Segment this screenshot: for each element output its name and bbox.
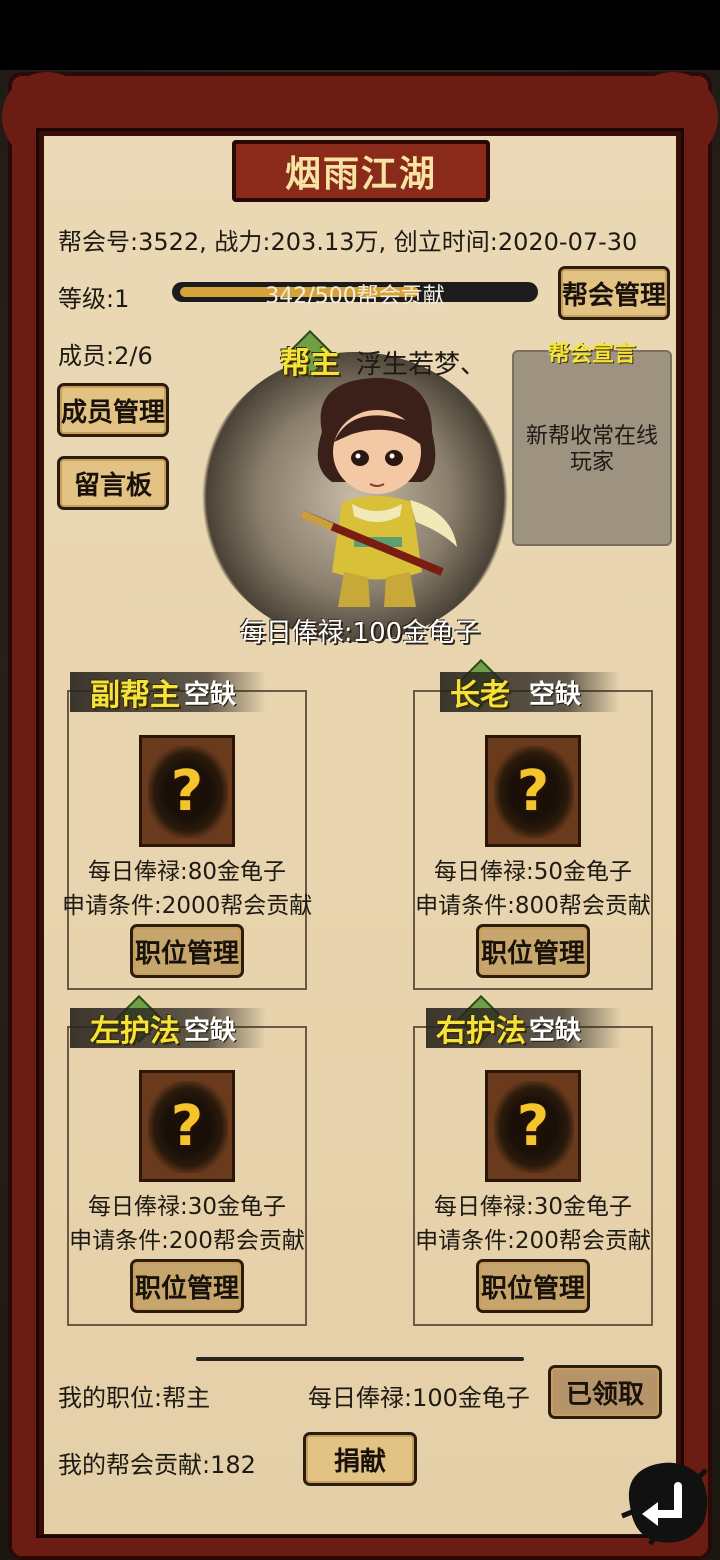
position-requirement: 申请条件:200帮会贡献 xyxy=(69,1228,305,1254)
position-status: 空缺 xyxy=(184,1016,237,1046)
claimed-salary-button[interactable]: 已领取 xyxy=(548,1365,662,1419)
position-requirement: 申请条件:200帮会贡献 xyxy=(415,1228,651,1254)
position-manage-button[interactable]: 职位管理 xyxy=(476,924,590,978)
position-salary: 每日俸禄:30金龟子 xyxy=(87,1194,286,1220)
position-manage-button[interactable]: 职位管理 xyxy=(130,924,244,978)
position-status: 空缺 xyxy=(529,680,582,710)
footer-divider xyxy=(196,1357,524,1361)
return-arrow-icon[interactable] xyxy=(620,1456,712,1548)
guild-manage-button[interactable]: 帮会管理 xyxy=(558,266,670,320)
position-manage-button[interactable]: 职位管理 xyxy=(130,1259,244,1313)
question-mark-icon: ? xyxy=(170,758,204,824)
guild-members-count: 成员:2/6 xyxy=(58,342,153,370)
leader-character-avatar[interactable] xyxy=(292,372,462,612)
position-status: 空缺 xyxy=(184,680,237,710)
position-title: 左护法 xyxy=(90,1014,180,1049)
contribution-progress-label: 342/500帮会贡献 xyxy=(265,284,445,309)
position-vacant-portrait: ? xyxy=(485,1070,581,1182)
position-manage-button[interactable]: 职位管理 xyxy=(476,1259,590,1313)
position-title: 长老 xyxy=(450,678,510,713)
question-mark-icon: ? xyxy=(170,1093,204,1159)
guild-info-line: 帮会号:3522, 战力:203.13万, 创立时间:2020-07-30 xyxy=(58,228,638,256)
question-mark-icon: ? xyxy=(516,758,550,824)
position-title: 副帮主 xyxy=(90,678,180,713)
guild-level: 等级:1 xyxy=(58,285,130,313)
position-vacant-portrait: ? xyxy=(139,735,235,847)
member-manage-button[interactable]: 成员管理 xyxy=(57,383,169,437)
message-board-button[interactable]: 留言板 xyxy=(57,456,169,510)
guild-declaration-text: 新帮收常在线玩家 xyxy=(525,424,658,475)
position-vacant-portrait: ? xyxy=(485,735,581,847)
position-requirement: 申请条件:2000帮会贡献 xyxy=(62,893,313,919)
my-daily-salary: 每日俸禄:100金龟子 xyxy=(308,1384,530,1412)
guild-name: 烟雨江湖 xyxy=(284,154,437,195)
position-title: 右护法 xyxy=(436,1014,526,1049)
my-contribution: 我的帮会贡献:182 xyxy=(58,1451,256,1479)
guild-declaration-title: 帮会宣言 xyxy=(547,342,636,367)
position-salary: 每日俸禄:50金龟子 xyxy=(433,859,632,885)
position-requirement: 申请条件:800帮会贡献 xyxy=(415,893,651,919)
position-vacant-portrait: ? xyxy=(139,1070,235,1182)
my-position: 我的职位:帮主 xyxy=(58,1384,211,1412)
position-salary: 每日俸禄:80金龟子 xyxy=(87,859,286,885)
guild-title-plate: 烟雨江湖 xyxy=(232,140,490,202)
donate-button[interactable]: 捐献 xyxy=(303,1432,417,1486)
position-status: 空缺 xyxy=(529,1016,582,1046)
question-mark-icon: ? xyxy=(516,1093,550,1159)
position-salary: 每日俸禄:30金龟子 xyxy=(433,1194,632,1220)
leader-daily-salary: 每日俸禄:100金龟子 xyxy=(239,618,481,648)
